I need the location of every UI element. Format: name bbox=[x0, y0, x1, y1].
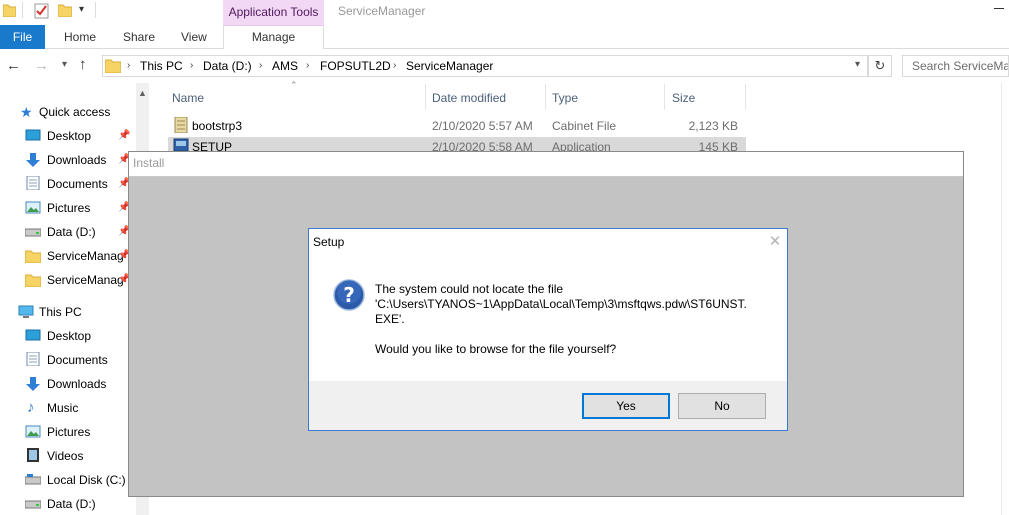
search-input[interactable]: Search ServiceMa bbox=[902, 55, 1009, 77]
documents-icon bbox=[26, 352, 40, 366]
sidebar-item-data-d[interactable]: Data (D:) 📌 bbox=[0, 222, 136, 242]
drive-icon bbox=[25, 228, 41, 237]
sidebar-item-pictures[interactable]: Pictures bbox=[0, 422, 136, 442]
dialog-message-line: 'C:\Users\TYANOS~1\AppData\Local\Temp\3\… bbox=[375, 297, 747, 311]
breadcrumb-servicemanager[interactable]: ServiceManager bbox=[406, 58, 493, 74]
breadcrumb-this-pc[interactable]: This PC bbox=[140, 58, 183, 74]
local-disk-icon bbox=[25, 474, 41, 485]
tab-view[interactable]: View bbox=[181, 25, 207, 49]
new-folder-icon[interactable] bbox=[58, 3, 72, 17]
tab-home[interactable]: Home bbox=[64, 25, 96, 49]
recent-locations-icon[interactable]: ▾ bbox=[62, 59, 67, 70]
breadcrumb-separator-icon[interactable]: › bbox=[306, 58, 309, 74]
folder-icon bbox=[105, 59, 121, 73]
sidebar-item-local-disk-c[interactable]: Local Disk (C:) bbox=[0, 470, 136, 490]
scroll-up-icon[interactable]: ▲ bbox=[138, 88, 147, 98]
pictures-icon bbox=[25, 425, 41, 438]
setup-application-icon bbox=[173, 138, 189, 151]
column-header-date-modified[interactable]: Date modified bbox=[432, 90, 506, 106]
dialog-message-line: EXE'. bbox=[375, 312, 405, 326]
column-header-size[interactable]: Size bbox=[672, 90, 695, 106]
tab-share[interactable]: Share bbox=[123, 25, 155, 49]
context-group-application-tools: Application Tools bbox=[223, 0, 324, 25]
folder-icon bbox=[25, 250, 41, 263]
window-title: ServiceManager bbox=[338, 4, 426, 18]
properties-checkbox-icon[interactable] bbox=[34, 3, 50, 19]
sidebar-item-downloads[interactable]: Downloads 📌 bbox=[0, 150, 136, 170]
column-divider[interactable] bbox=[425, 84, 426, 110]
breadcrumb-data-d[interactable]: Data (D:) bbox=[203, 58, 252, 74]
music-icon: ♪ bbox=[27, 399, 35, 416]
close-icon[interactable]: ✕ bbox=[765, 232, 785, 252]
column-header-name[interactable]: Name bbox=[172, 90, 204, 106]
yes-button[interactable]: Yes bbox=[582, 393, 670, 419]
breadcrumb-separator-icon[interactable]: › bbox=[259, 58, 262, 74]
tab-file[interactable]: File bbox=[0, 25, 45, 49]
breadcrumb-fopsutl2d[interactable]: FOPSUTL2D bbox=[320, 58, 391, 74]
sort-ascending-icon: ⌃ bbox=[290, 80, 298, 90]
desktop-icon bbox=[25, 129, 41, 141]
nav-this-pc[interactable]: This PC bbox=[0, 302, 136, 322]
refresh-icon[interactable]: ↻ bbox=[868, 55, 892, 77]
sidebar-item-documents[interactable]: Documents 📌 bbox=[0, 174, 136, 194]
column-divider[interactable] bbox=[664, 84, 665, 110]
breadcrumb-separator-icon[interactable]: › bbox=[190, 58, 193, 74]
sidebar-item-servicemanager[interactable]: ServiceManag 📌 bbox=[0, 270, 136, 290]
folder-icon[interactable] bbox=[3, 3, 16, 17]
pin-icon[interactable]: 📌 bbox=[118, 126, 130, 146]
drive-icon bbox=[25, 500, 41, 509]
sidebar-item-videos[interactable]: Videos bbox=[0, 446, 136, 466]
sidebar-item-pictures[interactable]: Pictures 📌 bbox=[0, 198, 136, 218]
minimize-icon[interactable] bbox=[994, 8, 1004, 9]
downloads-icon bbox=[26, 153, 40, 167]
nav-quick-access[interactable]: ★ Quick access bbox=[0, 102, 136, 122]
desktop-icon bbox=[25, 329, 41, 341]
sidebar-item-desktop[interactable]: Desktop 📌 bbox=[0, 126, 136, 146]
column-header-type[interactable]: Type bbox=[552, 90, 578, 106]
no-button[interactable]: No bbox=[678, 393, 766, 419]
up-arrow-icon[interactable]: ↑ bbox=[79, 56, 87, 73]
sidebar-item-desktop[interactable]: Desktop bbox=[0, 326, 136, 346]
install-window-title[interactable]: Install bbox=[129, 152, 963, 177]
setup-dialog: Setup ✕ ? The system could not locate th… bbox=[308, 228, 788, 431]
downloads-icon bbox=[26, 377, 40, 391]
sidebar-item-data-d[interactable]: Data (D:) bbox=[0, 494, 136, 514]
right-edge-scrollbar[interactable] bbox=[1001, 83, 1009, 515]
table-row[interactable]: bootstrp3 2/10/2020 5:57 AM Cabinet File… bbox=[168, 116, 746, 136]
folder-icon bbox=[25, 274, 41, 287]
dialog-message-line: The system could not locate the file bbox=[375, 282, 564, 296]
star-icon: ★ bbox=[20, 104, 33, 120]
dialog-title: Setup bbox=[313, 235, 345, 249]
table-row[interactable]: SETUP 2/10/2020 5:58 AM Application 145 … bbox=[168, 137, 746, 151]
column-divider[interactable] bbox=[745, 84, 746, 110]
cabinet-file-icon bbox=[174, 117, 188, 133]
forward-arrow-icon[interactable]: → bbox=[34, 57, 49, 74]
sidebar-item-downloads[interactable]: Downloads bbox=[0, 374, 136, 394]
documents-icon bbox=[26, 176, 40, 190]
videos-icon bbox=[27, 448, 39, 462]
breadcrumb-ams[interactable]: AMS bbox=[272, 58, 298, 74]
sidebar-item-music[interactable]: ♪ Music bbox=[0, 398, 136, 418]
sidebar-item-documents[interactable]: Documents bbox=[0, 350, 136, 370]
title-bar: ▾ Application Tools ServiceManager bbox=[0, 0, 1009, 25]
breadcrumb-separator-icon[interactable]: › bbox=[393, 58, 396, 74]
breadcrumb-separator-icon[interactable]: › bbox=[127, 58, 130, 74]
dialog-question: Would you like to browse for the file yo… bbox=[375, 342, 617, 356]
address-dropdown-icon[interactable]: ▾ bbox=[855, 59, 860, 70]
column-divider[interactable] bbox=[545, 84, 546, 110]
back-arrow-icon[interactable]: ← bbox=[6, 57, 21, 74]
pictures-icon bbox=[25, 201, 41, 214]
svg-text:?: ? bbox=[343, 283, 355, 307]
computer-icon bbox=[18, 305, 34, 318]
question-mark-icon: ? bbox=[333, 279, 365, 311]
tab-manage[interactable]: Manage bbox=[223, 25, 324, 49]
sidebar-item-servicemanager[interactable]: ServiceManag 📌 bbox=[0, 246, 136, 266]
dropdown-arrow-icon[interactable]: ▾ bbox=[79, 4, 84, 15]
